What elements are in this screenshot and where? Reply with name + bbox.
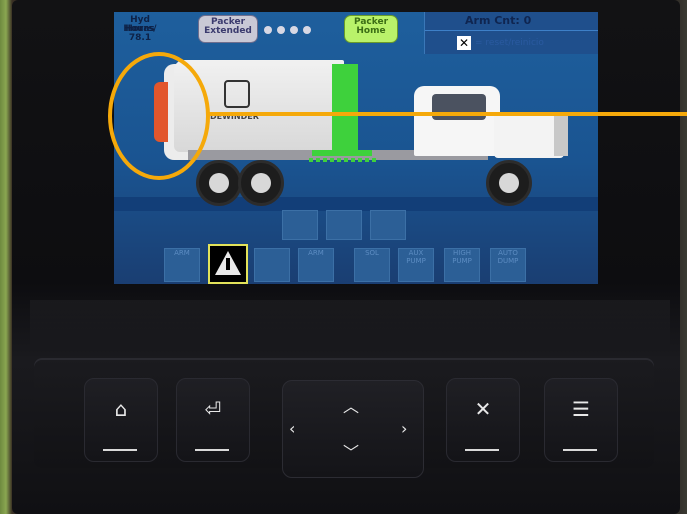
chevron-left-icon[interactable]: ‹ <box>289 419 295 438</box>
arm-count-label: Arm Cnt: 0 <box>465 14 532 27</box>
enter-button[interactable]: ⏎ <box>176 378 250 462</box>
home-icon: ⌂ <box>114 397 128 421</box>
rear-wheel-1 <box>196 160 242 206</box>
dpad[interactable]: ︿ ﹀ ‹ › <box>282 380 424 478</box>
lower-icon-1[interactable]: ARM <box>164 248 200 282</box>
lift-arm-fork <box>312 150 372 156</box>
brand-logo <box>224 80 250 108</box>
packer-home-line2: Home <box>356 26 386 36</box>
lower-icon-4[interactable]: ARM <box>298 248 334 282</box>
x-icon[interactable]: ✕ <box>457 36 471 50</box>
page-indicator-dot <box>290 26 298 34</box>
screen-glare <box>30 300 670 348</box>
packer-extended-button[interactable]: Packer Extended <box>198 15 258 43</box>
highlight-ring <box>108 52 210 180</box>
highlight-callout-line <box>208 112 687 116</box>
page-indicator-dot <box>277 26 285 34</box>
packer-extended-line2: Extended <box>204 26 252 36</box>
close-button[interactable]: ✕ <box>446 378 520 462</box>
chevron-up-icon[interactable]: ︿ <box>343 393 359 417</box>
reset-label: = reset/reinicio <box>475 38 544 48</box>
enter-icon: ⏎ <box>204 397 222 421</box>
chevron-right-icon[interactable]: › <box>401 419 407 438</box>
stats-icon[interactable] <box>326 210 362 240</box>
cab-window <box>432 94 486 120</box>
arm-grabber-lines <box>309 158 379 162</box>
close-icon: ✕ <box>474 397 492 421</box>
menu-icon: ☰ <box>572 397 590 421</box>
arm-count-panel: Arm Cnt: 0 ✕ = reset/reinicio <box>424 12 598 54</box>
page-indicator-dot <box>303 26 311 34</box>
page-indicator-dot <box>264 26 272 34</box>
front-wheel <box>486 160 532 206</box>
settings-icon[interactable] <box>370 210 406 240</box>
high-pump-icon[interactable]: HIGH PUMP <box>444 248 480 282</box>
aux-pump-icon[interactable]: AUX PUMP <box>398 248 434 282</box>
lower-icon-5[interactable]: SOL <box>354 248 390 282</box>
arm-panel-divider <box>425 30 598 31</box>
auto-dump-icon[interactable]: AUTO DUMP <box>490 248 526 282</box>
menu-button[interactable]: ☰ <box>544 378 618 462</box>
warning-icon[interactable] <box>208 244 248 284</box>
packer-home-button[interactable]: Packer Home <box>344 15 398 43</box>
hours-value: 78.1 <box>128 33 152 43</box>
gear-lock-icon[interactable] <box>282 210 318 240</box>
home-button[interactable]: ⌂ <box>84 378 158 462</box>
rear-wheel-2 <box>238 160 284 206</box>
chevron-down-icon[interactable]: ﹀ <box>343 439 359 463</box>
lift-arm <box>332 64 358 156</box>
wrench-icon[interactable] <box>254 248 290 282</box>
truck-grille <box>554 112 568 156</box>
